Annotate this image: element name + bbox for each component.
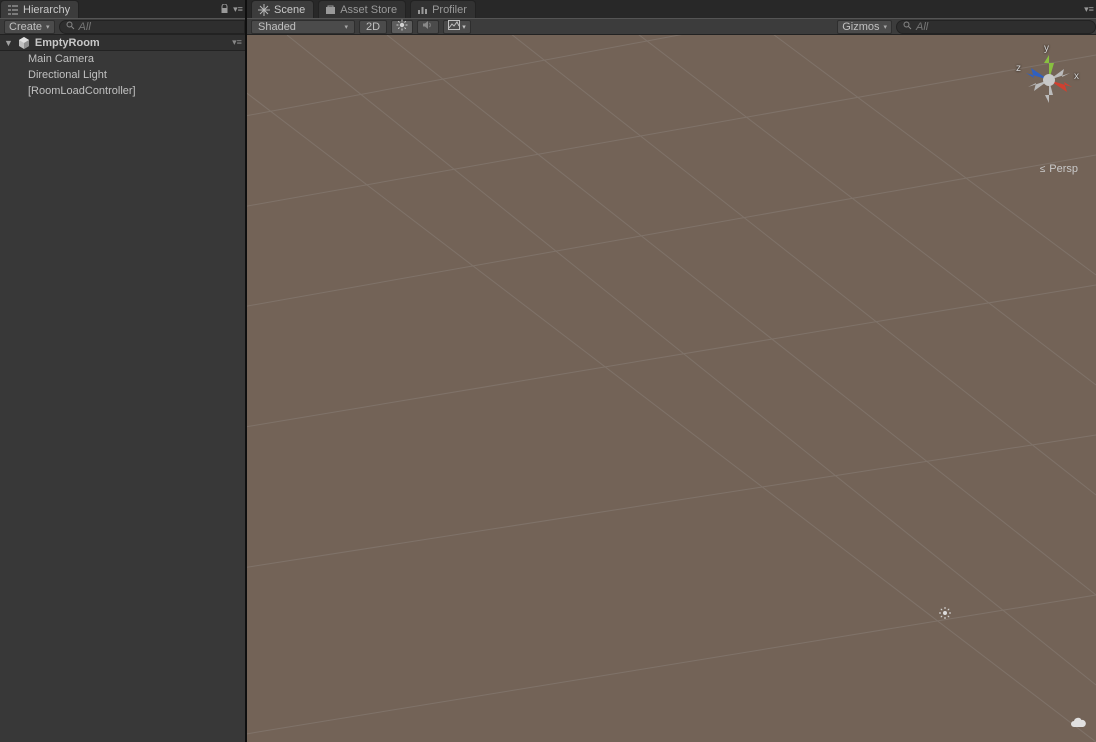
gizmos-dropdown[interactable]: Gizmos ▾	[837, 20, 892, 34]
unity-scene-icon	[17, 36, 31, 50]
tab-profiler[interactable]: Profiler	[410, 0, 476, 18]
tab-scene-label: Scene	[274, 4, 305, 16]
axis-z-label: z	[1016, 63, 1021, 74]
hierarchy-search-input[interactable]: All	[59, 20, 245, 34]
hierarchy-search-placeholder: All	[79, 21, 91, 33]
projection-label: Persp	[1049, 163, 1078, 175]
asset-store-icon	[325, 4, 336, 15]
tab-asset-store-label: Asset Store	[340, 4, 397, 16]
cloud-icon	[1070, 717, 1086, 732]
toggle-2d-label: 2D	[366, 21, 380, 33]
image-icon	[448, 20, 460, 33]
dropdown-caret-icon: ▾	[46, 23, 50, 31]
tab-hierarchy-label: Hierarchy	[23, 4, 70, 16]
toggle-audio[interactable]	[417, 20, 439, 34]
hierarchy-panel: Hierarchy ▾≡ Create ▾ All ▼	[0, 0, 247, 742]
tab-hierarchy[interactable]: Hierarchy	[0, 0, 79, 18]
scene-options-icon[interactable]: ▾≡	[1082, 0, 1096, 18]
tab-scene[interactable]: Scene	[251, 0, 314, 18]
audio-icon	[422, 19, 434, 34]
scene-search-input[interactable]: All	[896, 20, 1096, 34]
toggle-fx[interactable]: ▾	[443, 20, 471, 34]
draw-mode-dropdown[interactable]: Shaded ▾	[251, 20, 355, 34]
hierarchy-tab-strip: Hierarchy ▾≡	[0, 0, 245, 18]
axis-y-label: y	[1044, 43, 1049, 54]
scene-panel: Scene Asset Store Profiler ▾≡ Shaded ▾	[247, 0, 1096, 742]
orientation-gizmo[interactable]: y x z	[1014, 45, 1084, 115]
projection-toggle[interactable]: ≤ Persp	[1040, 163, 1078, 175]
axis-x-label: x	[1074, 71, 1079, 82]
draw-mode-label: Shaded	[258, 21, 296, 33]
scene-header-row[interactable]: ▼ EmptyRoom ▾≡	[0, 35, 245, 51]
tab-asset-store[interactable]: Asset Store	[318, 0, 406, 18]
scene-search-placeholder: All	[916, 21, 928, 33]
create-dropdown[interactable]: Create ▾	[4, 20, 55, 34]
toggle-2d[interactable]: 2D	[359, 20, 387, 34]
hierarchy-tree: ▼ EmptyRoom ▾≡ Main Camera Directional L…	[0, 35, 245, 742]
hierarchy-toolbar: Create ▾ All	[0, 18, 245, 35]
foldout-icon[interactable]: ▼	[4, 38, 13, 48]
search-icon	[66, 21, 75, 33]
toggle-lighting[interactable]	[391, 20, 413, 34]
scene-tab-strip: Scene Asset Store Profiler ▾≡	[247, 0, 1096, 18]
dropdown-caret-icon: ▾	[883, 23, 887, 31]
scene-tab-icon	[258, 4, 270, 16]
scene-viewport[interactable]: y x z ≤ Persp	[247, 35, 1096, 742]
hierarchy-item[interactable]: Main Camera	[0, 51, 245, 67]
dropdown-caret-icon: ▾	[344, 23, 348, 31]
scene-context-icon[interactable]: ▾≡	[229, 37, 245, 48]
hierarchy-options-icon[interactable]: ▾≡	[231, 0, 245, 18]
tab-profiler-label: Profiler	[432, 4, 467, 16]
hierarchy-item[interactable]: [RoomLoadController]	[0, 83, 245, 99]
hierarchy-icon	[7, 5, 19, 15]
hierarchy-lock-icon[interactable]	[217, 0, 231, 18]
sun-icon	[396, 19, 408, 34]
scene-toolbar: Shaded ▾ 2D ▾ Gizmo	[247, 18, 1096, 35]
hierarchy-item-label: Directional Light	[28, 69, 107, 81]
hierarchy-item-label: [RoomLoadController]	[28, 85, 136, 97]
projection-icon: ≤	[1040, 164, 1046, 175]
search-icon	[903, 21, 912, 33]
hierarchy-item-label: Main Camera	[28, 53, 94, 65]
dropdown-caret-icon: ▾	[462, 23, 466, 31]
profiler-icon	[417, 4, 428, 15]
create-label: Create	[9, 21, 42, 33]
scene-grid	[247, 35, 1096, 742]
scene-name: EmptyRoom	[35, 37, 100, 49]
light-gizmo[interactable]	[939, 607, 951, 622]
hierarchy-item[interactable]: Directional Light	[0, 67, 245, 83]
gizmos-label: Gizmos	[842, 21, 879, 33]
